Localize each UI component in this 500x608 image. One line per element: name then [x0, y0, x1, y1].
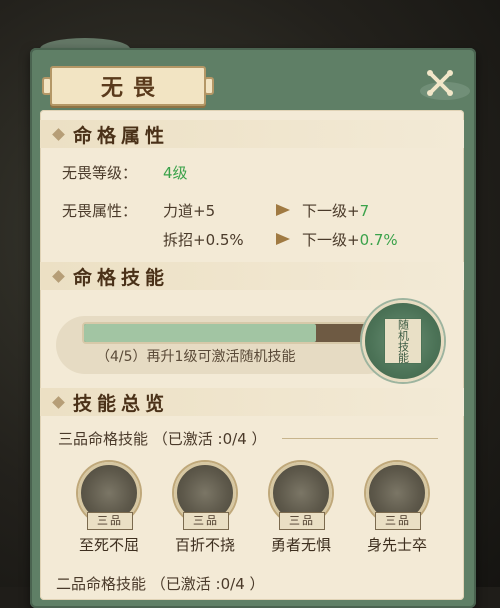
skill-progress-fill	[84, 324, 316, 342]
level-value: 4级	[163, 164, 188, 182]
dialog-title: 无畏	[100, 75, 165, 101]
arrow-right-icon	[276, 233, 290, 245]
close-button[interactable]	[422, 65, 458, 101]
diamond-icon	[52, 395, 65, 409]
random-skill-seal: 随机技能	[384, 318, 422, 364]
close-icon	[427, 70, 453, 96]
section-skill-header: 命格技能	[40, 262, 464, 290]
diamond-icon	[52, 269, 65, 283]
attr-row1-next: 下一级+7	[302, 202, 370, 220]
attr-row2-value: 拆招+0.5%	[163, 231, 244, 249]
random-skill-button[interactable]: 随机技能	[362, 300, 444, 382]
skill-name: 身先士卒	[366, 536, 427, 554]
section-title: 技能总览	[73, 392, 170, 415]
level-label: 无畏等级：	[62, 164, 138, 182]
skill-name: 勇者无惧	[270, 536, 331, 554]
attr-row2-next: 下一级+0.7%	[302, 231, 398, 249]
grade-badge: 三品	[87, 512, 133, 530]
section-attributes-header: 命格属性	[40, 120, 464, 148]
group1-label: 三品命格技能 （已激活 :0/4 ）	[58, 430, 267, 448]
random-skill-label: 随机技能	[396, 319, 410, 363]
diamond-icon	[52, 127, 65, 141]
skill-name: 至死不屈	[78, 536, 139, 554]
group2-label: 二品命格技能 （已激活 :0/4 ）	[56, 575, 265, 593]
attr-label: 无畏属性：	[62, 202, 138, 220]
progress-text: （4/5）再升1级可激活随机技能	[96, 349, 296, 365]
grade-badge: 三品	[183, 512, 229, 530]
skill-name: 百折不挠	[174, 536, 235, 554]
section-title: 命格技能	[73, 266, 170, 289]
grade-badge: 三品	[279, 512, 325, 530]
section-overview-header: 技能总览	[40, 388, 464, 416]
attr-row1-value: 力道+5	[163, 202, 216, 220]
skill-progress-bar	[82, 322, 376, 344]
divider	[282, 438, 438, 439]
title-plate: 无畏	[42, 66, 214, 106]
arrow-right-icon	[276, 204, 290, 216]
section-title: 命格属性	[73, 124, 170, 147]
grade-badge: 三品	[375, 512, 421, 530]
